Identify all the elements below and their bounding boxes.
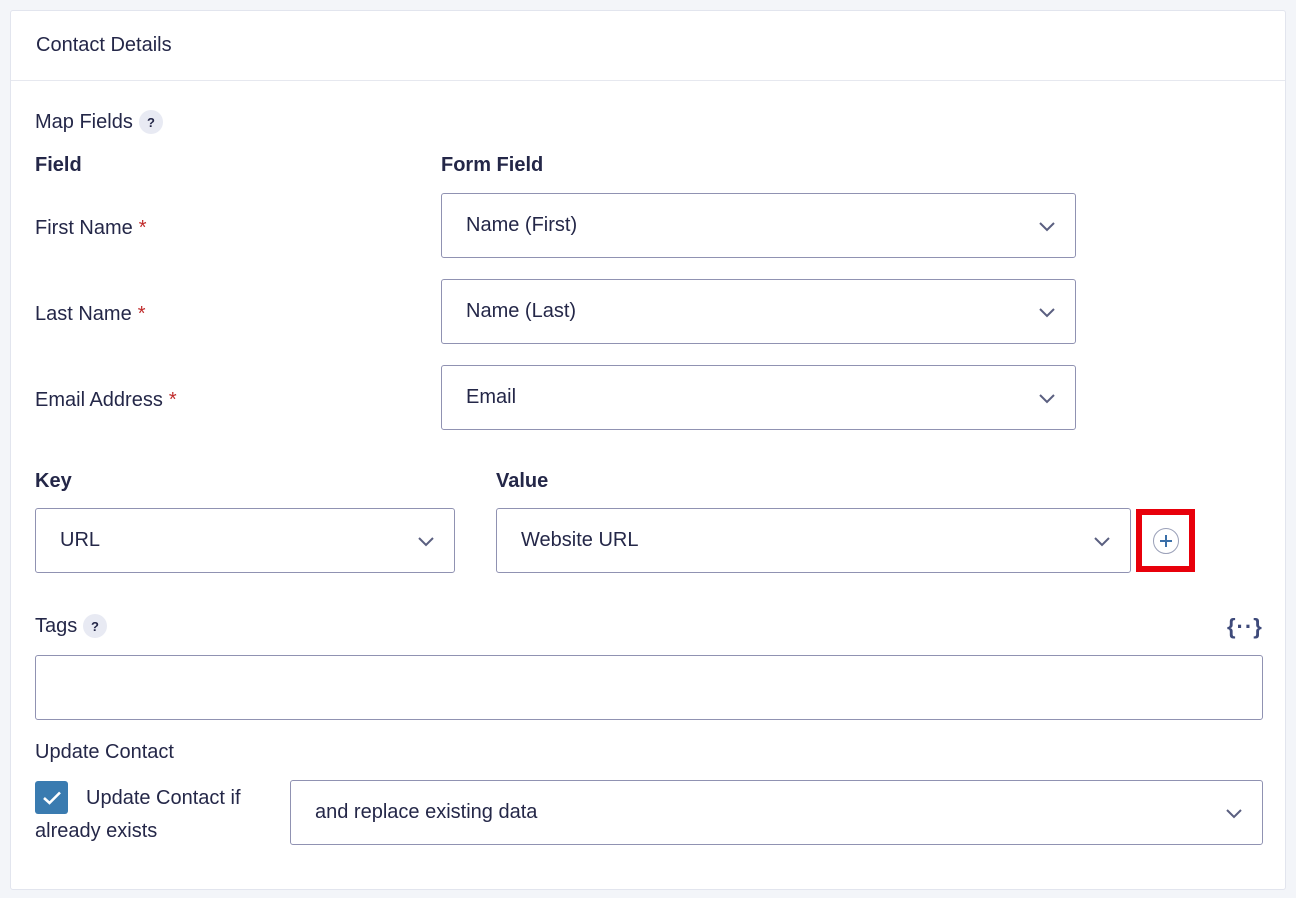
select-value: Name (Last) <box>466 300 577 322</box>
add-custom-field-button[interactable] <box>1136 509 1195 572</box>
merge-tags-icon[interactable]: {··} <box>1227 614 1262 640</box>
contact-details-panel: Contact Details Map Fields ? Field Form … <box>10 10 1286 890</box>
field-label-first-name: First Name * <box>35 217 147 240</box>
checkmark-icon <box>42 791 61 805</box>
chevron-down-icon <box>1039 307 1055 317</box>
map-fields-label: Map Fields <box>35 111 133 133</box>
chevron-down-icon <box>418 536 434 546</box>
plus-icon <box>1152 527 1179 554</box>
field-label-text: Last Name <box>35 303 132 325</box>
custom-value-select[interactable]: Website URL <box>496 508 1131 573</box>
field-label-text: First Name <box>35 217 133 239</box>
panel-title: Contact Details <box>11 11 1285 81</box>
chevron-down-icon <box>1039 221 1055 231</box>
select-value: and replace existing data <box>315 801 538 823</box>
chevron-down-icon <box>1226 808 1242 818</box>
email-select[interactable]: Email <box>441 365 1076 430</box>
update-contact-label: Update Contact <box>35 741 174 763</box>
chevron-down-icon <box>1039 393 1055 403</box>
form-field-column-header: Form Field <box>441 154 544 176</box>
value-column-header: Value <box>496 470 549 492</box>
tags-label: Tags <box>35 615 78 637</box>
update-contact-checkbox-label-line1: Update Contact if <box>86 787 241 809</box>
select-value: URL <box>60 529 101 551</box>
tags-input[interactable] <box>35 655 1263 720</box>
update-contact-checkbox-label-line2: already exists <box>35 820 158 842</box>
required-mark: * <box>138 217 147 239</box>
update-contact-checkbox[interactable] <box>35 781 68 814</box>
field-label-email-address: Email Address * <box>35 389 177 412</box>
key-column-header: Key <box>35 470 72 492</box>
chevron-down-icon <box>1094 536 1110 546</box>
map-fields-help-icon[interactable]: ? <box>139 110 163 134</box>
select-value: Name (First) <box>466 214 578 236</box>
tags-help-icon[interactable]: ? <box>83 614 107 638</box>
required-mark: * <box>168 389 177 411</box>
update-mode-select[interactable]: and replace existing data <box>290 780 1263 845</box>
first-name-select[interactable]: Name (First) <box>441 193 1076 258</box>
field-label-last-name: Last Name * <box>35 303 146 326</box>
custom-key-select[interactable]: URL <box>35 508 455 573</box>
required-mark: * <box>137 303 146 325</box>
select-value: Website URL <box>521 529 639 551</box>
field-label-text: Email Address <box>35 389 163 411</box>
last-name-select[interactable]: Name (Last) <box>441 279 1076 344</box>
field-column-header: Field <box>35 154 82 176</box>
select-value: Email <box>466 386 517 408</box>
